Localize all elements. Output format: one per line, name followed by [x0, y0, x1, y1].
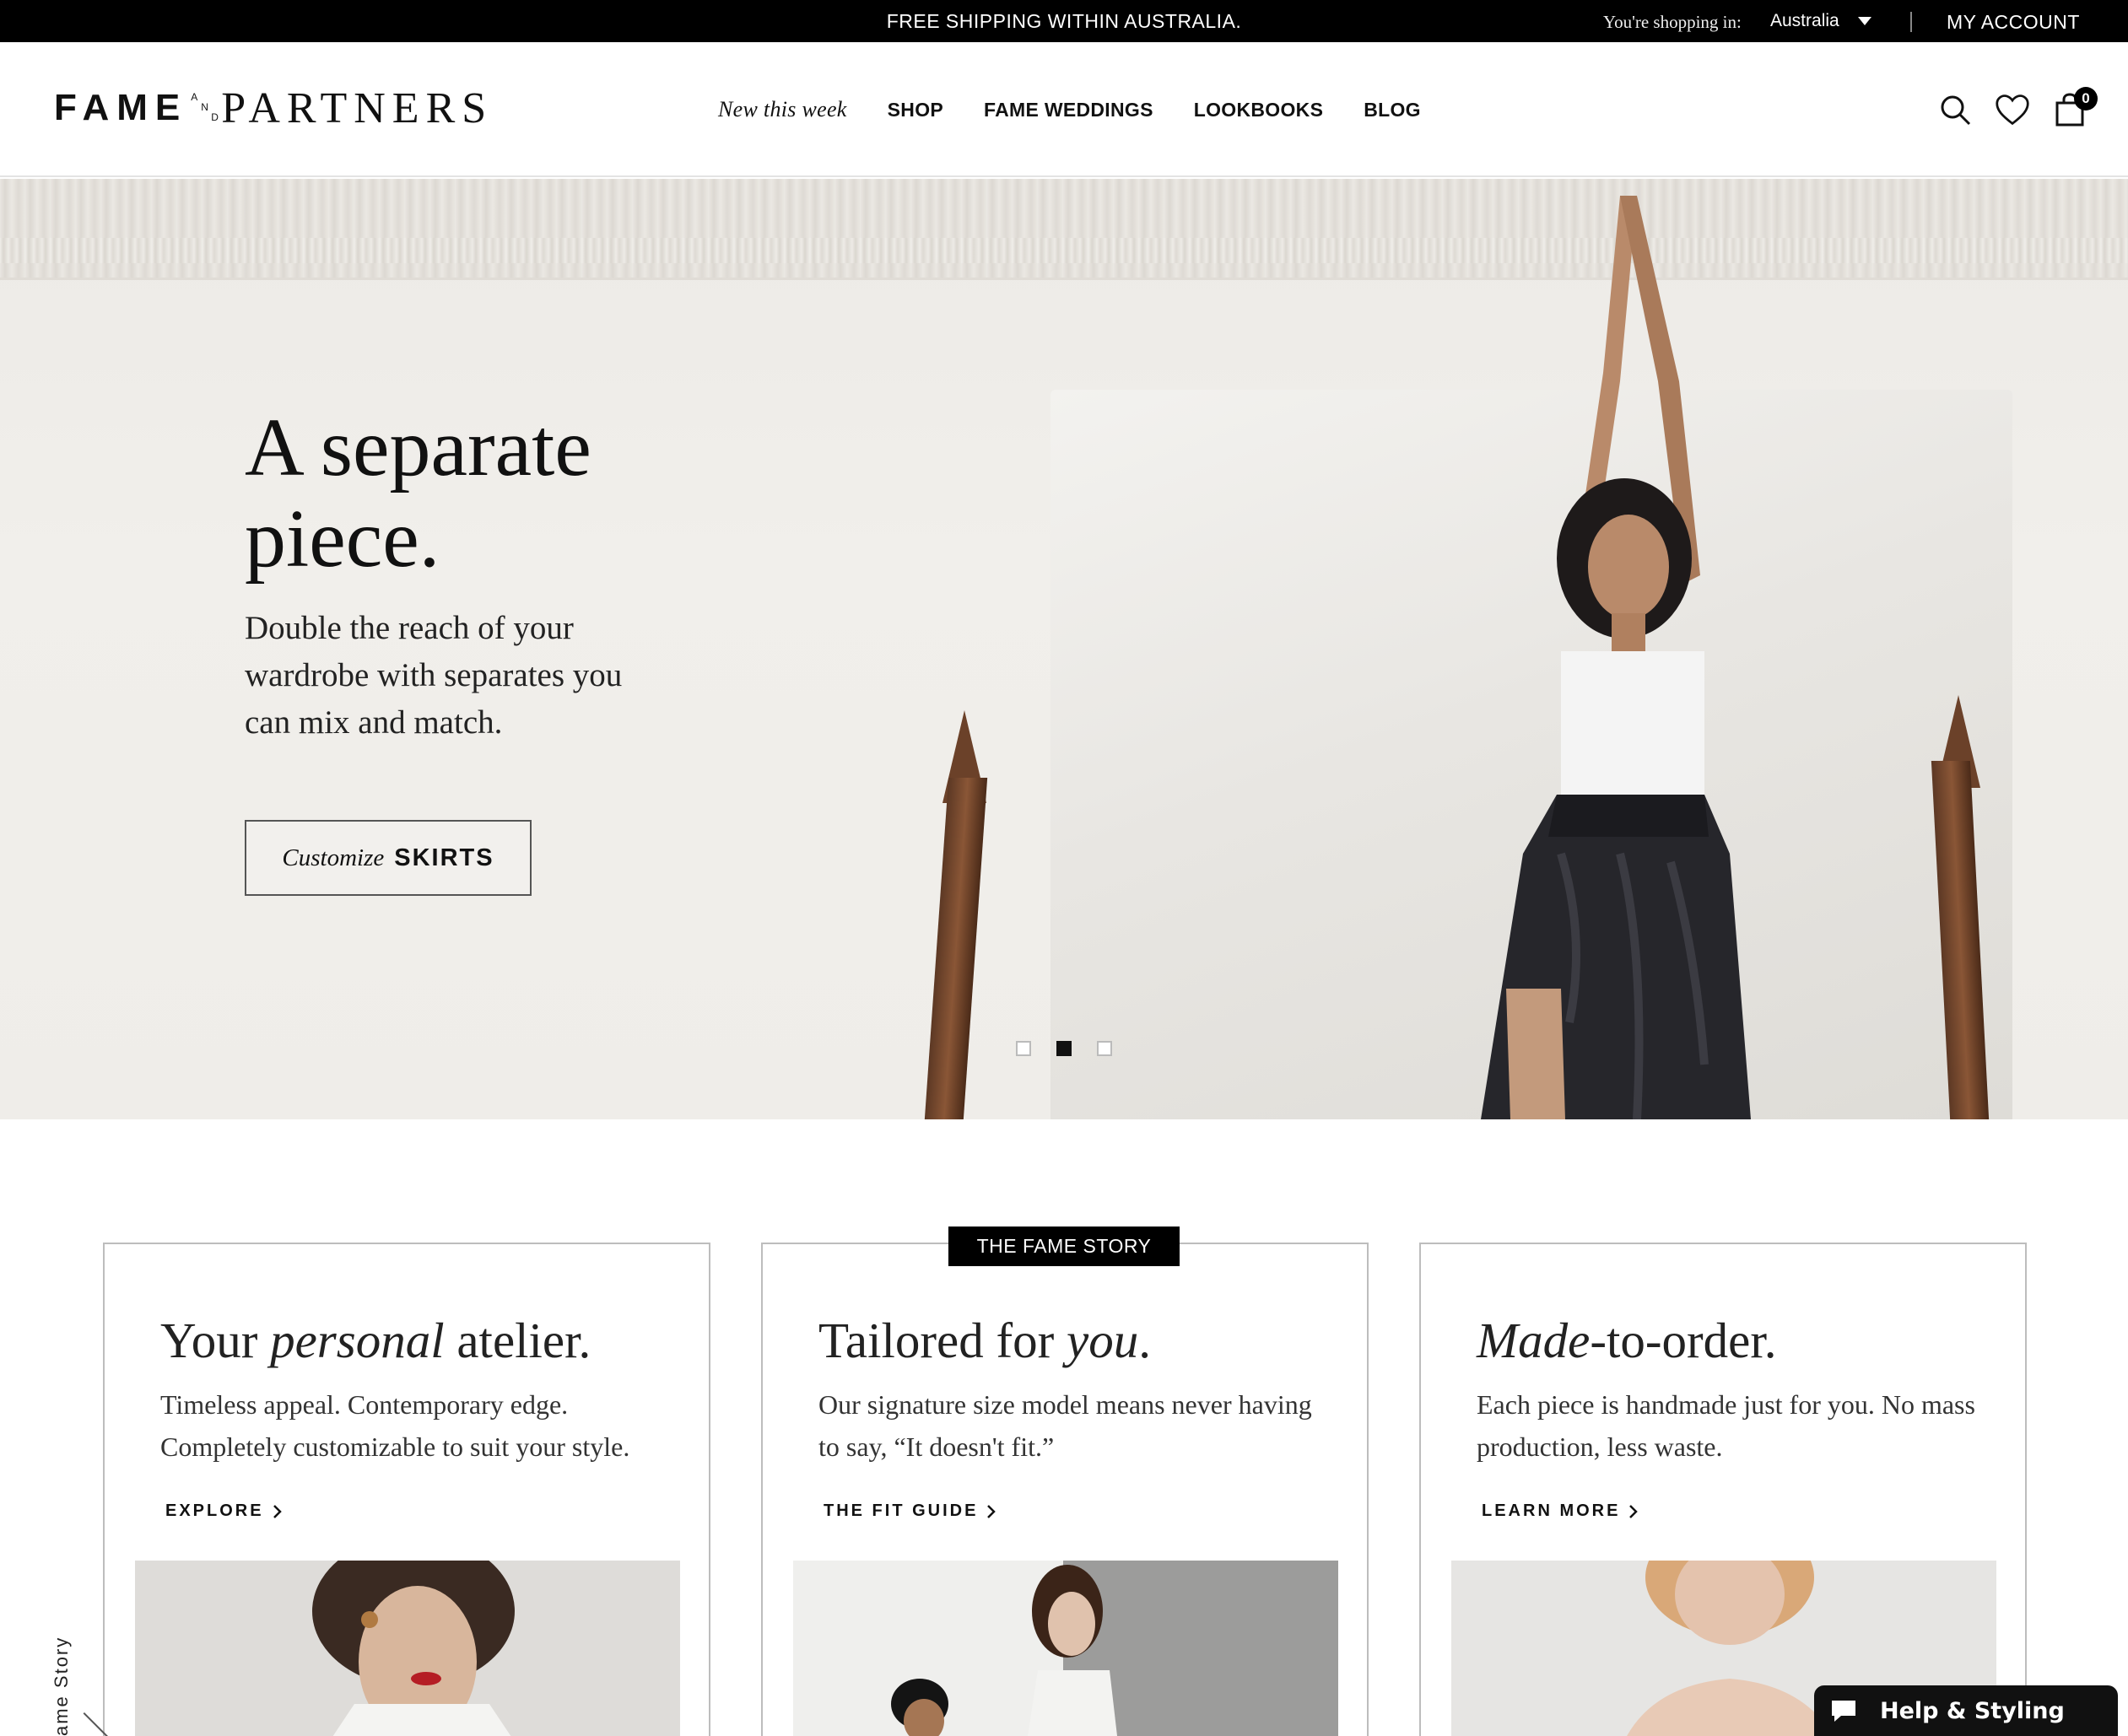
card-image-tailored: [793, 1561, 1338, 1736]
hero-copy: A separate piece. Double the reach of yo…: [245, 402, 683, 747]
side-story-label[interactable]: ame Story: [51, 1636, 73, 1736]
chevron-right-icon: [273, 1504, 282, 1518]
carousel-dot-3[interactable]: [1097, 1041, 1112, 1056]
card-title: Your personal atelier.: [160, 1313, 591, 1368]
country-value: Australia: [1770, 11, 1839, 30]
announcement-bar: FREE SHIPPING WITHIN AUSTRALIA. You're s…: [0, 0, 2128, 42]
site-header: FAME A N D PARTNERS New this week SHOP F…: [0, 42, 2128, 177]
fame-and-partners-logo[interactable]: FAME A N D PARTNERS: [54, 84, 493, 132]
card-body: Our signature size model means never hav…: [818, 1389, 1312, 1462]
nav-blog[interactable]: BLOG: [1364, 99, 1421, 121]
cta-bold-text: SKIRTS: [394, 844, 494, 871]
my-account-link[interactable]: MY ACCOUNT: [1947, 0, 2080, 44]
cart-count-badge: 0: [2074, 87, 2098, 111]
customize-skirts-button[interactable]: Customize SKIRTS: [245, 820, 532, 896]
hero-carousel: A separate piece. Double the reach of yo…: [0, 179, 2128, 1119]
card-image-atelier: [135, 1561, 680, 1736]
story-card-atelier: Your personal atelier. Timeless appeal. …: [103, 1243, 710, 1736]
chevron-right-icon: [987, 1504, 996, 1518]
cta-italic-text: Customize: [282, 844, 385, 871]
hero-model-image: [1481, 196, 1751, 1119]
chat-bubble-icon: [1832, 1701, 1855, 1722]
nav-shop[interactable]: SHOP: [888, 99, 943, 121]
logo-partners: PARTNERS: [221, 84, 494, 132]
help-styling-label: Help & Styling: [1880, 1697, 2065, 1724]
story-card-made-to-order: Made-to-order. Each piece is handmade ju…: [1419, 1243, 2027, 1736]
hero-subtitle: Double the reach of your wardrobe with s…: [245, 610, 623, 741]
story-card-tailored: Tailored for you. Our signature size mod…: [761, 1243, 1369, 1736]
main-nav: New this week SHOP FAME WEDDINGS LOOKBOO…: [718, 42, 1461, 177]
logo-fame: FAME: [54, 87, 188, 128]
nav-fame-weddings[interactable]: FAME WEDDINGS: [984, 99, 1153, 121]
fit-guide-link[interactable]: THE FIT GUIDE: [824, 1501, 996, 1521]
chevron-right-icon: [1629, 1504, 1639, 1518]
card-title: Made-to-order.: [1477, 1313, 1777, 1368]
caret-down-icon: [1857, 17, 1871, 25]
nav-lookbooks[interactable]: LOOKBOOKS: [1194, 99, 1323, 121]
nav-new-this-week[interactable]: New this week: [718, 97, 847, 122]
logo-and: A N D: [191, 91, 219, 123]
carousel-dot-2[interactable]: [1056, 1041, 1072, 1056]
help-styling-widget[interactable]: Help & Styling: [1814, 1685, 2118, 1736]
shopping-bag-icon[interactable]: 0: [2052, 87, 2098, 127]
hero-title: A separate piece.: [245, 402, 591, 585]
country-selector[interactable]: Australia: [1770, 0, 1871, 42]
search-icon[interactable]: [1937, 92, 1973, 127]
carousel-dot-1[interactable]: [1016, 1041, 1031, 1056]
card-body: Each piece is handmade just for you. No …: [1477, 1389, 1975, 1462]
fame-story-tag: THE FAME STORY: [948, 1227, 1180, 1266]
explore-link[interactable]: EXPLORE: [165, 1501, 283, 1521]
bedpost-left: [924, 778, 988, 1119]
heart-icon[interactable]: [1995, 92, 2030, 127]
card-title: Tailored for you.: [818, 1313, 1151, 1368]
card-body: Timeless appeal. Contemporary edge. Comp…: [160, 1389, 630, 1462]
topbar-divider: [1910, 12, 1912, 32]
header-icons: 0: [1937, 42, 2098, 177]
learn-more-link[interactable]: LEARN MORE: [1482, 1501, 1639, 1521]
carousel-dots: [1016, 1041, 1112, 1056]
shopping-in-label: You're shopping in:: [1603, 12, 1742, 32]
